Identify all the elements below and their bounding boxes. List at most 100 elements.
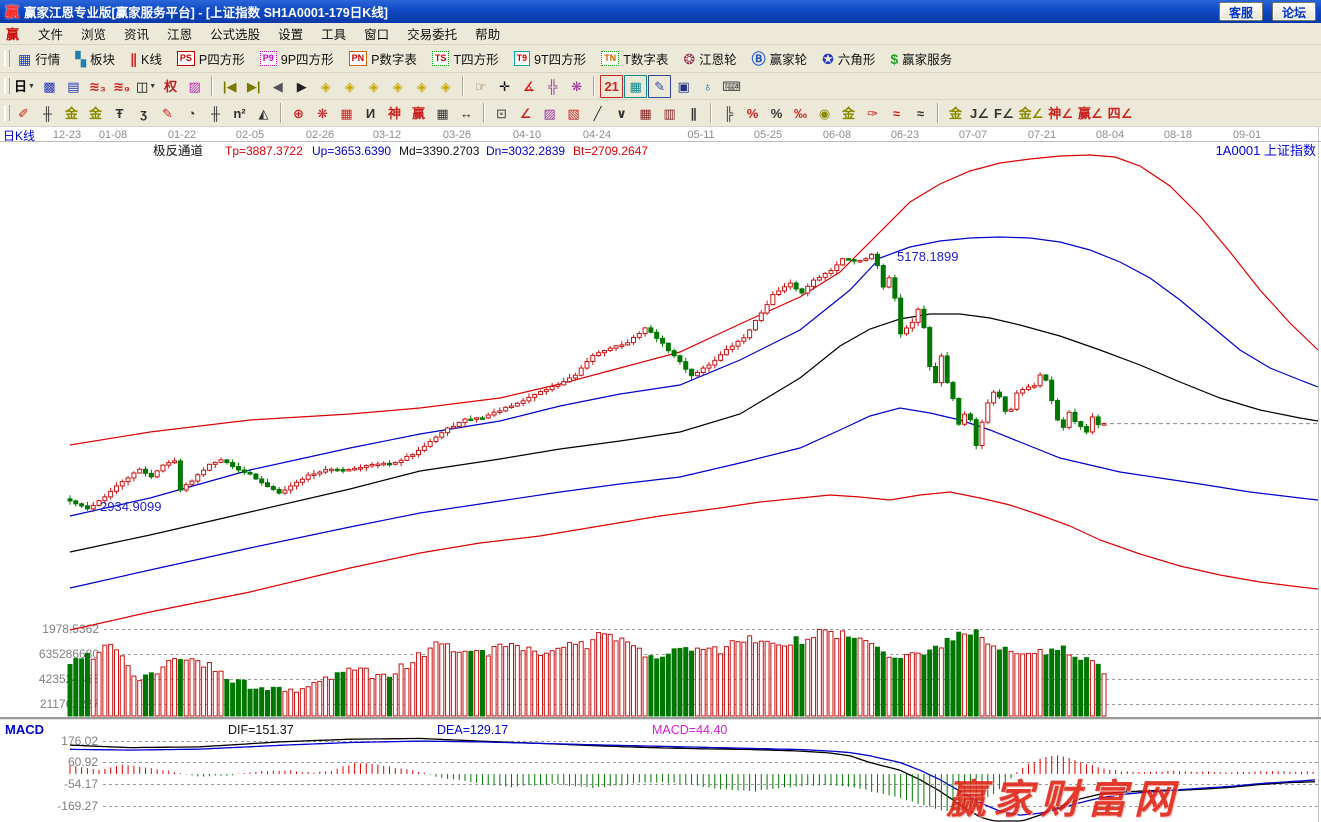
toolbar-button-tool-gann-grid[interactable]: ▧ xyxy=(562,102,585,125)
toolbar-button-expand-h[interactable]: ◈ xyxy=(362,75,385,98)
toolbar-button-min9-kline[interactable]: ≋₉ xyxy=(110,75,133,98)
toolbar-button-tool-ying-comb[interactable]: 赢 xyxy=(407,102,430,125)
toolbar-button-kline[interactable]: ∥K线 xyxy=(124,47,168,71)
toolbar-button-9t-square[interactable]: T99T四方形 xyxy=(508,47,593,71)
toolbar-button-tool-count-ruler[interactable]: ╠ xyxy=(717,102,740,125)
toolbar-button-remote-pc[interactable]: ⌨ xyxy=(720,75,743,98)
menu-formula-stock-pick[interactable]: 公式选股 xyxy=(201,22,269,45)
toolbar-button-network[interactable]: ♁ xyxy=(696,75,719,98)
toolbar-button-tool-ying-angle[interactable]: 赢∠ xyxy=(1076,102,1105,125)
toolbar-button-tool-permille[interactable]: ‰ xyxy=(789,102,812,125)
toolbar-button-tool-trend-line[interactable]: ╱ xyxy=(586,102,609,125)
toolbar-button-gann-flower[interactable]: ╬ xyxy=(541,75,564,98)
toolbar-button-tool-web[interactable]: ❋ xyxy=(311,102,334,125)
menu-help[interactable]: 帮助 xyxy=(466,22,509,45)
toolbar-button-adjust-rights[interactable]: 权 xyxy=(159,75,182,98)
toolbar-button-tool-quote-mark[interactable]: И xyxy=(359,102,382,125)
indicator-value: Dn=3032.2839 xyxy=(486,144,565,158)
toolbar-button-tool-wave-2[interactable]: ≈ xyxy=(909,102,932,125)
toolbar-button-vol-distribution[interactable]: ▨ xyxy=(183,75,206,98)
toolbar-button-tool-measure-h[interactable]: ↔ xyxy=(455,102,478,125)
toolbar-button-tool-zigzag[interactable]: ∨ xyxy=(610,102,633,125)
toolbar-button-tool-box-rect[interactable]: ⊡ xyxy=(490,102,513,125)
toolbar-button-info-panel[interactable]: ▤ xyxy=(62,75,85,98)
toolbar-button-expand-all[interactable]: ◈ xyxy=(434,75,457,98)
toolbar-button-jump-right[interactable]: ◈ xyxy=(338,75,361,98)
toolbar-button-tool-gann-box[interactable]: ▨ xyxy=(538,102,561,125)
toolbar-button-tool-ink-mark[interactable]: ✑ xyxy=(861,102,884,125)
toolbar-button-min3-kline[interactable]: ≋₃ xyxy=(86,75,109,98)
toolbar-button-tool-shen-angle[interactable]: 神∠ xyxy=(1046,102,1075,125)
toolbar-button-p-number-table[interactable]: PNP数字表 xyxy=(343,47,423,71)
toolbar-button-tool-gold-angle[interactable]: 金 xyxy=(944,102,967,125)
toolbar-button-tool-n2[interactable]: n² xyxy=(228,102,251,125)
toolbar-button-tool-gold-gate-2[interactable]: 金 xyxy=(84,102,107,125)
toolbar-button-tool-j-angle[interactable]: J∠ xyxy=(968,102,991,125)
menu-window[interactable]: 窗口 xyxy=(355,22,398,45)
toolbar-button-tool-f-angle[interactable]: F∠ xyxy=(992,102,1016,125)
toolbar-button-winner-service[interactable]: $赢家服务 xyxy=(884,47,958,71)
forum-button[interactable]: 论坛 xyxy=(1272,2,1316,21)
toolbar-button-tool-si-angle[interactable]: 四∠ xyxy=(1106,102,1135,125)
toolbar-button-sectors[interactable]: ▚板块 xyxy=(69,47,121,71)
toolbar-button-winner-wheel[interactable]: Ⓑ赢家轮 xyxy=(746,47,814,71)
toolbar-button-compress-h[interactable]: ◈ xyxy=(386,75,409,98)
toolbar-button-tool-crosshair-circle[interactable]: ⊕ xyxy=(287,102,310,125)
toolbar-button-tool-comb[interactable]: ╫ xyxy=(36,102,59,125)
support-button[interactable]: 客服 xyxy=(1219,2,1263,21)
toolbar-button-calculator[interactable]: ▦ xyxy=(624,75,647,98)
menu-settings[interactable]: 设置 xyxy=(269,22,312,45)
toolbar-button-tool-cycle-clock[interactable]: ◔ xyxy=(180,102,203,125)
toolbar-button-draw-brush[interactable]: ✐ xyxy=(12,102,35,125)
toolbar-button-market-quotes[interactable]: ▦行情 xyxy=(12,47,66,71)
menu-tools[interactable]: 工具 xyxy=(312,22,355,45)
toolbar-button-tool-grid-box[interactable]: ▦ xyxy=(335,102,358,125)
toolbar-button-jump-left[interactable]: ◈ xyxy=(314,75,337,98)
toolbar-button-tool-shen-comb[interactable]: 神 xyxy=(383,102,406,125)
toolbar-button-pan-hand[interactable]: ☞ xyxy=(469,75,492,98)
toolbar-button-prev-bar[interactable]: ◀ xyxy=(266,75,289,98)
toolbar-button-gann-box-tool[interactable]: ❋ xyxy=(565,75,588,98)
toolbar-button-notepad[interactable]: ✎ xyxy=(648,75,671,98)
menu-trade[interactable]: 交易委托 xyxy=(398,22,466,45)
toolbar-button-p-square[interactable]: PSP四方形 xyxy=(171,47,251,71)
toolbar-button-calendar[interactable]: 21 xyxy=(600,75,623,98)
kline-chart[interactable]: 12-2301-0801-2202-0502-2603-1203-2604-10… xyxy=(0,127,1321,822)
toolbar-button-angle-measure[interactable]: ∡ xyxy=(517,75,540,98)
toolbar-button-period-daily[interactable]: 日▼ xyxy=(12,75,37,98)
toolbar-button-tool-gold-line[interactable]: 金 xyxy=(837,102,860,125)
toolbar-button-compress-all[interactable]: ◈ xyxy=(410,75,433,98)
toolbar-button-t-number-table[interactable]: TNT数字表 xyxy=(595,47,674,71)
toolbar-button-tool-fan-lines[interactable]: ∠ xyxy=(514,102,537,125)
toolbar-button-tool-percent[interactable]: % xyxy=(765,102,788,125)
toolbar-button-next-bar[interactable]: ▶ xyxy=(290,75,313,98)
toolbar-button-candle-style[interactable]: ◫▼ xyxy=(134,75,158,98)
toolbar-button-crosshair[interactable]: ✛ xyxy=(493,75,516,98)
menu-info[interactable]: 资讯 xyxy=(115,22,158,45)
toolbar-button-tool-square-grid[interactable]: ▦ xyxy=(634,102,657,125)
toolbar-button-tool-red-pencil[interactable]: ✎ xyxy=(156,102,179,125)
toolbar-button-tool-spiral[interactable]: ʒ xyxy=(132,102,155,125)
toolbar-button-tool-count-grid[interactable]: ▦ xyxy=(431,102,454,125)
toolbar-button-layout-window[interactable]: ▩ xyxy=(38,75,61,98)
toolbar-button-hexagon[interactable]: ✪六角形 xyxy=(816,47,881,71)
toolbar-button-tool-f-gate[interactable]: Ŧ xyxy=(108,102,131,125)
toolbar-button-tool-gold-gate[interactable]: 金 xyxy=(60,102,83,125)
toolbar-button-save-image[interactable]: ▣ xyxy=(672,75,695,98)
toolbar-button-first-page[interactable]: |◀ xyxy=(218,75,241,98)
toolbar-button-t-square[interactable]: TST四方形 xyxy=(426,47,505,71)
toolbar-button-gann-wheel[interactable]: ❂江恩轮 xyxy=(677,47,742,71)
toolbar-button-tool-gold-circle[interactable]: ◉ xyxy=(813,102,836,125)
toolbar-button-tool-parallel[interactable]: ∥ xyxy=(682,102,705,125)
toolbar-button-tool-mirror[interactable]: ◭ xyxy=(252,102,275,125)
menu-file[interactable]: 文件 xyxy=(29,22,72,45)
toolbar-button-tool-gold-angle-2[interactable]: 金∠ xyxy=(1017,102,1046,125)
menu-browse[interactable]: 浏览 xyxy=(72,22,115,45)
toolbar-button-tool-comb-2[interactable]: ╫ xyxy=(204,102,227,125)
toolbar-button-tool-square-grid-2[interactable]: ▥ xyxy=(658,102,681,125)
toolbar-button-last-page[interactable]: ▶| xyxy=(242,75,265,98)
menu-gann[interactable]: 江恩 xyxy=(158,22,201,45)
toolbar-button-tool-wave[interactable]: ≈ xyxy=(885,102,908,125)
toolbar-button-9p-square[interactable]: P99P四方形 xyxy=(254,47,340,71)
toolbar-button-tool-percent-line[interactable]: % xyxy=(741,102,764,125)
